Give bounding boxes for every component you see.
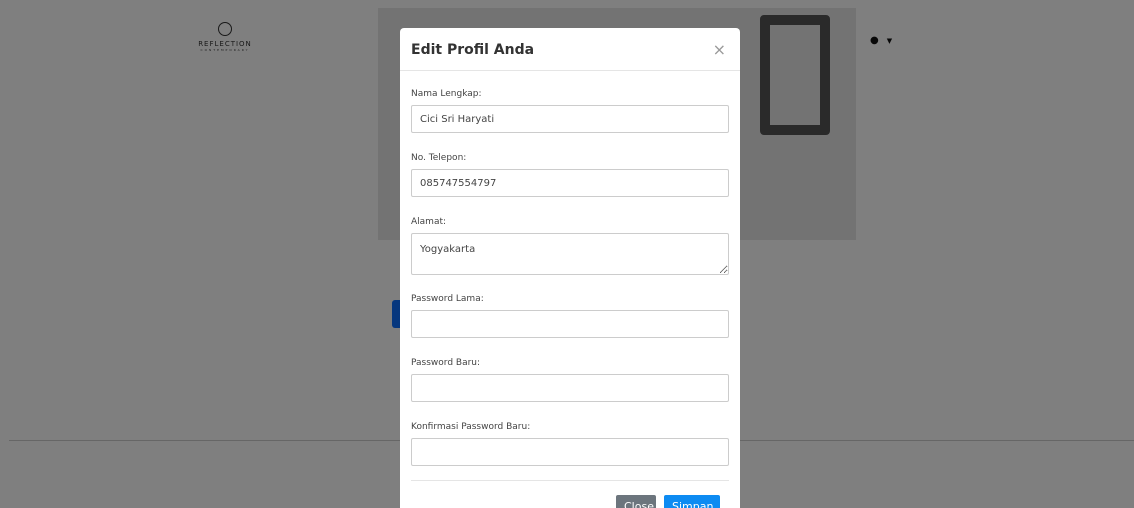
close-button[interactable]: Close xyxy=(616,495,656,508)
password-baru-label: Password Baru: xyxy=(411,358,481,368)
telepon-field[interactable] xyxy=(411,169,729,197)
alamat-label: Alamat: xyxy=(411,217,447,227)
nama-field[interactable] xyxy=(411,105,729,133)
password-baru-field[interactable] xyxy=(411,374,729,402)
save-button[interactable]: Simpan xyxy=(664,495,720,508)
password-lama-label: Password Lama: xyxy=(411,294,484,304)
nama-label: Nama Lengkap: xyxy=(411,89,482,99)
modal-title: Edit Profil Anda xyxy=(411,42,535,58)
close-icon[interactable]: × xyxy=(713,40,726,59)
modal-footer-divider xyxy=(411,480,729,481)
konfirmasi-field[interactable] xyxy=(411,438,729,466)
password-lama-field[interactable] xyxy=(411,310,729,338)
alamat-field[interactable]: Yogyakarta xyxy=(411,233,729,275)
modal-header: Edit Profil Anda × xyxy=(400,28,740,71)
telepon-label: No. Telepon: xyxy=(411,153,467,163)
edit-profile-modal: Edit Profil Anda × Nama Lengkap: No. Tel… xyxy=(400,28,740,508)
konfirmasi-label: Konfirmasi Password Baru: xyxy=(411,422,531,432)
